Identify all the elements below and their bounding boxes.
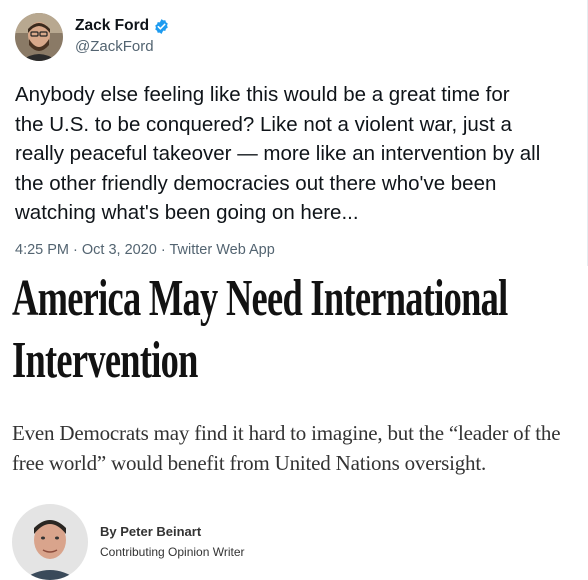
- author-photo: [12, 504, 88, 580]
- tweet-timestamp[interactable]: 4:25 PM · Oct 3, 2020: [15, 242, 157, 258]
- tweet-meta: 4:25 PM · Oct 3, 2020 · Twitter Web App: [15, 242, 275, 258]
- author-name[interactable]: Zack Ford: [75, 17, 170, 35]
- article-headline: America May Need International Intervent…: [12, 268, 572, 392]
- article-summary: Even Democrats may find it hard to imagi…: [12, 421, 561, 475]
- byline-role: Contributing Opinion Writer: [100, 545, 245, 559]
- headline-line-2: Intervention: [12, 332, 198, 389]
- headline-line-1: America May Need International: [12, 270, 508, 327]
- author-handle[interactable]: @ZackFord: [75, 38, 154, 55]
- tweet-source-app[interactable]: Twitter Web App: [169, 242, 274, 258]
- tweet-card: Zack Ford @ZackFord Anybody else feeling…: [0, 0, 588, 266]
- meta-separator: ·: [156, 242, 170, 258]
- author-avatar[interactable]: [15, 13, 63, 61]
- author-name-text[interactable]: Zack Ford: [75, 17, 149, 35]
- tweet-text: Anybody else feeling like this would be …: [15, 83, 541, 224]
- byline-author[interactable]: By Peter Beinart: [100, 524, 201, 539]
- verified-badge-icon: [153, 18, 170, 35]
